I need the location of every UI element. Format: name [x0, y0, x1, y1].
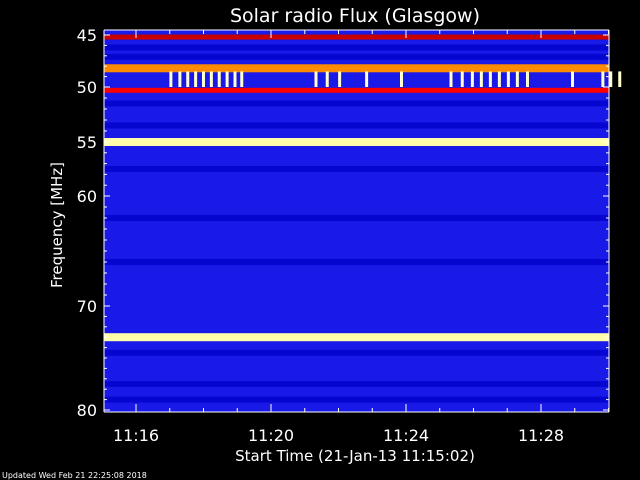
- pulse-mark: [601, 71, 605, 87]
- emission-band: [104, 64, 609, 73]
- emission-band: [104, 333, 609, 342]
- pulse-mark: [209, 71, 213, 87]
- pulse-mark: [202, 71, 205, 87]
- pulse-mark: [169, 71, 173, 87]
- pulse-mark: [186, 71, 190, 87]
- y-tick-label: 45: [77, 26, 97, 45]
- dark-stripe: [104, 44, 609, 51]
- x-tick-label: 11:16: [113, 426, 159, 445]
- pulse-mark: [225, 71, 229, 87]
- dark-stripe: [104, 215, 609, 221]
- pulse-mark: [449, 71, 453, 87]
- y-tick-label: 50: [77, 78, 97, 97]
- pulse-mark: [488, 71, 492, 87]
- pulse-mark: [233, 71, 237, 87]
- pulse-mark: [217, 71, 221, 87]
- dark-stripe: [104, 396, 609, 403]
- plot-area: [104, 30, 622, 412]
- pulse-mark: [609, 71, 613, 87]
- pulse-mark: [194, 71, 198, 87]
- dark-stripe: [104, 53, 609, 60]
- y-tick-label: 55: [77, 133, 97, 152]
- pulse-mark: [240, 71, 244, 87]
- dark-stripe: [104, 259, 609, 265]
- dark-stripe: [104, 381, 609, 387]
- pulse-mark: [365, 71, 369, 87]
- x-tick-label: 11:28: [518, 426, 564, 445]
- y-tick-label: 60: [77, 187, 97, 206]
- pulse-mark: [479, 71, 483, 87]
- pulse-mark: [460, 71, 464, 87]
- spectrogram-chart: Solar radio Flux (Glasgow) 455055607080 …: [0, 0, 640, 480]
- pulse-mark: [338, 71, 342, 87]
- y-tick-label: 70: [77, 297, 97, 316]
- pulse-mark: [618, 71, 622, 87]
- dark-stripe: [104, 122, 609, 129]
- dark-stripe: [104, 100, 609, 107]
- pulse-mark: [506, 71, 510, 87]
- y-axis-label: Frequency [MHz]: [48, 162, 66, 288]
- x-tick-label: 11:24: [383, 426, 429, 445]
- updated-timestamp: Updated Wed Feb 21 22:25:08 2018: [2, 471, 147, 480]
- x-tick-label: 11:20: [248, 426, 294, 445]
- chart-title: Solar radio Flux (Glasgow): [230, 5, 480, 27]
- x-axis-label: Start Time (21-Jan-13 11:15:02): [235, 447, 475, 465]
- pulse-mark: [515, 71, 519, 87]
- pulse-mark: [571, 71, 574, 87]
- pulse-mark: [526, 71, 529, 87]
- dark-stripe: [104, 349, 609, 356]
- pulse-mark: [400, 71, 403, 87]
- pulse-mark: [178, 71, 182, 87]
- pulse-mark: [325, 71, 329, 87]
- pulse-mark: [314, 71, 318, 87]
- emission-band: [104, 138, 609, 146]
- pulse-mark: [497, 71, 501, 87]
- pulse-mark: [470, 71, 474, 87]
- dark-stripe: [104, 166, 609, 172]
- y-tick-label: 80: [77, 401, 97, 420]
- emission-band: [104, 87, 609, 93]
- emission-band: [104, 34, 609, 40]
